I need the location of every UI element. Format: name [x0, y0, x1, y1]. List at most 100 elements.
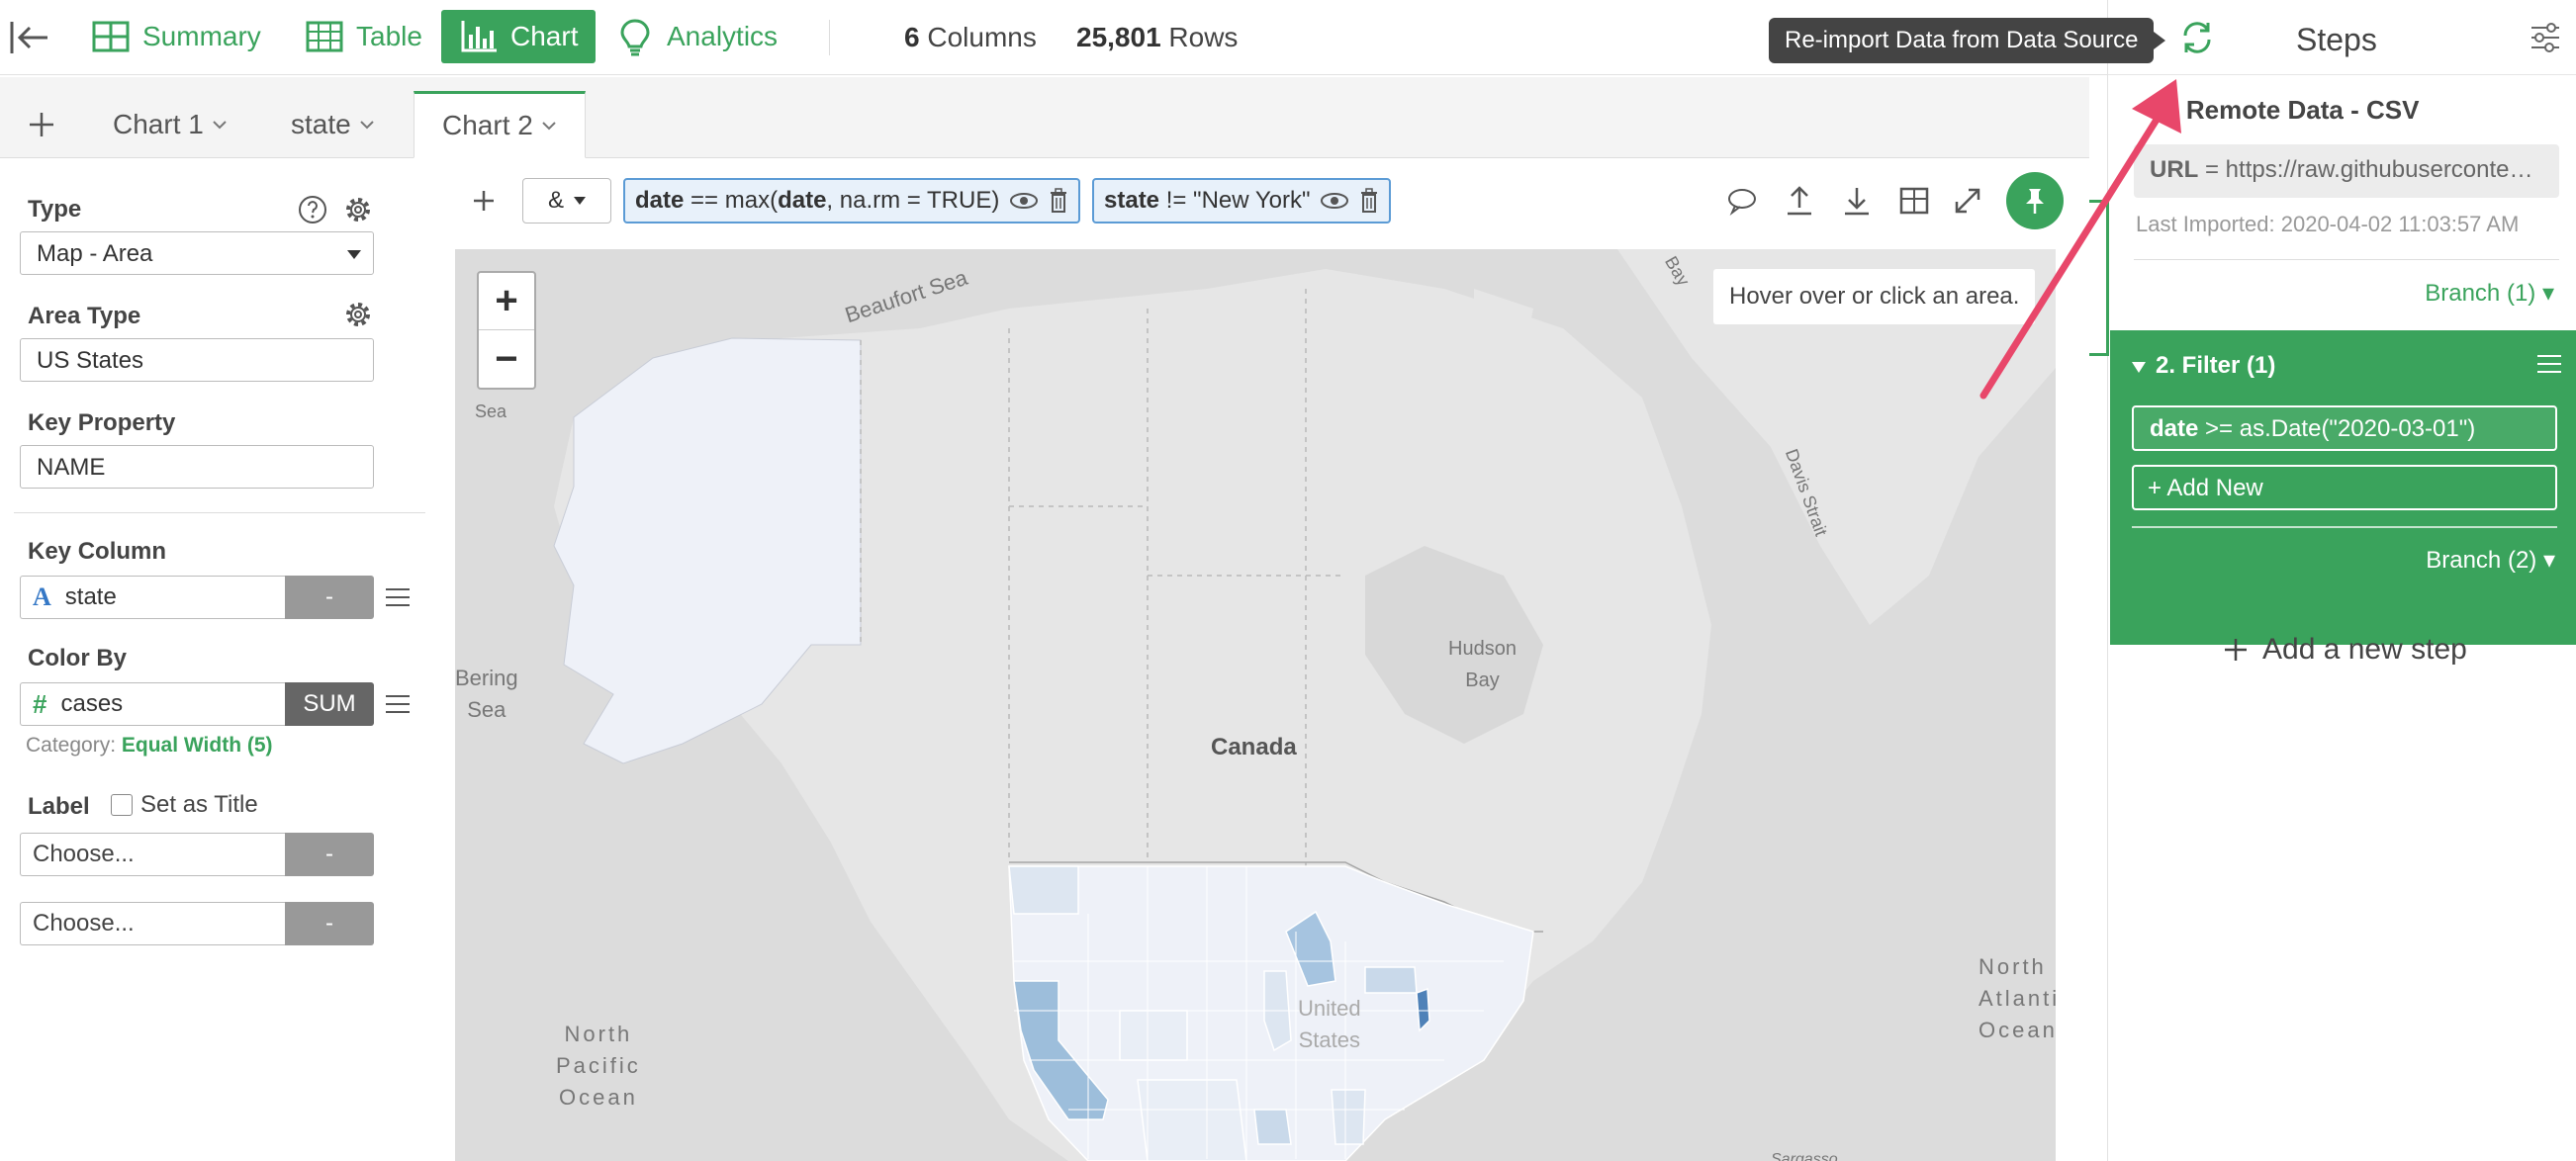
nav-analytics[interactable]: Analytics — [598, 10, 795, 63]
step-2-filter[interactable]: 2. Filter (1) date >= as.Date("2020-03-0… — [2110, 330, 2576, 645]
pennsylvania-area[interactable] — [1364, 966, 1418, 994]
category-link[interactable]: Equal Width (5) — [122, 734, 273, 757]
texas-area[interactable] — [1137, 1079, 1247, 1161]
step-1-title[interactable]: 1. Remote Data - CSV — [2158, 95, 2419, 126]
zoom-out-button[interactable]: − — [479, 330, 534, 388]
last-imported-text: Last Imported: 2020-04-02 11:03:57 AM — [2136, 212, 2520, 236]
checkbox[interactable] — [111, 794, 133, 816]
georgia-area[interactable] — [1331, 1089, 1366, 1145]
filter-condition[interactable]: date >= as.Date("2020-03-01") — [2132, 405, 2557, 451]
reimport-tooltip: Re-import Data from Data Source — [1769, 18, 2166, 63]
label-field-2[interactable]: Choose... - — [20, 902, 374, 945]
summary-grid-icon — [92, 21, 130, 52]
toolbar-divider — [829, 20, 830, 55]
add-step-button[interactable]: Add a new step — [2223, 633, 2467, 667]
upload-icon[interactable] — [1783, 184, 1816, 218]
chevron-down-icon — [542, 122, 556, 131]
divider — [2134, 259, 2559, 260]
colorado-area[interactable] — [1119, 1010, 1188, 1061]
chevron-down-icon — [359, 121, 374, 130]
menu-icon[interactable] — [2535, 352, 2563, 376]
sliders-icon[interactable] — [2528, 20, 2563, 55]
branch-1-dropdown[interactable]: Branch (1) ▾ — [2425, 279, 2554, 308]
set-as-title-checkbox[interactable]: Set as Title — [111, 791, 258, 819]
nav-summary[interactable]: Summary — [73, 10, 279, 63]
category-setting: Category: Equal Width (5) — [26, 734, 273, 757]
nav-summary-label: Summary — [142, 21, 261, 51]
label-field-1[interactable]: Choose... - — [20, 833, 374, 876]
map-canvas[interactable] — [455, 249, 2056, 1161]
text-type-icon: A — [33, 582, 51, 611]
color-by-label: Color By — [28, 645, 128, 671]
filter-chip-date[interactable]: date == max(date, na.rm = TRUE) — [623, 178, 1081, 223]
louisiana-area[interactable] — [1253, 1109, 1292, 1145]
chart-type-select[interactable]: Map - Area — [20, 231, 374, 275]
filter-chip-state[interactable]: state != "New York" — [1092, 178, 1392, 223]
refresh-icon[interactable] — [2177, 18, 2217, 57]
eye-icon[interactable] — [1009, 191, 1039, 211]
pin-button[interactable] — [2006, 172, 2064, 229]
layout-grid-icon[interactable] — [1897, 184, 1931, 218]
color-by-aggregation[interactable]: SUM — [285, 682, 374, 726]
nav-chart[interactable]: Chart — [441, 10, 597, 63]
trash-icon[interactable] — [1049, 188, 1068, 214]
nav-table-label: Table — [356, 21, 422, 51]
color-by-field[interactable]: # cases SUM — [20, 682, 374, 726]
key-property-input[interactable]: NAME — [20, 445, 374, 489]
key-column-aggregation[interactable]: - — [285, 576, 374, 619]
numeric-type-icon: # — [33, 688, 47, 719]
rows-count: 25,801 Rows — [1076, 22, 1239, 52]
branch-2-dropdown[interactable]: Branch (2) ▾ — [2426, 546, 2555, 575]
nav-analytics-label: Analytics — [667, 21, 779, 51]
trash-icon[interactable] — [1359, 188, 1379, 214]
expand-icon[interactable] — [1951, 184, 1984, 218]
tab-chart-2[interactable]: Chart 2 — [414, 91, 586, 158]
steps-title: Steps — [2296, 22, 2377, 57]
collapse-left-icon[interactable] — [8, 18, 51, 57]
area-map[interactable]: + − Hover over or click an area. Beaufor… — [455, 249, 2056, 1161]
zoom-control: + − — [477, 271, 536, 390]
gear-icon[interactable] — [342, 299, 374, 330]
label-2-aggregation[interactable]: - — [285, 902, 374, 945]
caret-down-icon — [574, 197, 586, 205]
step-1-url[interactable]: URL = https://raw.githubusercontent.com/… — [2134, 144, 2559, 198]
branch-connector — [2089, 200, 2109, 356]
eye-icon[interactable] — [1320, 191, 1349, 211]
plus-icon — [2225, 639, 2247, 661]
label-1-aggregation[interactable]: - — [285, 833, 374, 876]
map-label-bering: Bering Sea — [455, 666, 518, 722]
washington-area[interactable] — [1008, 865, 1079, 915]
map-label-hudson: Hudson Bay — [1448, 638, 1517, 691]
nav-table[interactable]: Table — [287, 10, 440, 63]
chevron-down-icon — [213, 121, 227, 130]
add-filter-icon[interactable] — [467, 184, 501, 218]
chart-tabs: Chart 1 state Chart 2 — [0, 77, 2089, 158]
table-icon — [306, 21, 343, 52]
bar-chart-icon — [461, 21, 497, 52]
map-label-united-states: United States — [1298, 996, 1361, 1052]
map-label-sargasso: Sargasso — [1771, 1151, 1838, 1161]
filter-operator-select[interactable]: & — [522, 178, 611, 223]
type-label: Type — [28, 196, 82, 223]
add-new-condition-button[interactable]: + Add New — [2132, 465, 2557, 510]
zoom-in-button[interactable]: + — [479, 273, 534, 330]
caret-down-icon — [347, 250, 361, 259]
map-label-canada: Canada — [1211, 734, 1297, 760]
steps-panel: Steps 1. Remote Data - CSV URL = https:/… — [2107, 0, 2576, 1161]
key-column-field[interactable]: Astate - — [20, 576, 374, 619]
menu-icon[interactable] — [384, 692, 412, 716]
tab-state[interactable]: state — [263, 91, 403, 158]
add-tab-icon[interactable] — [26, 109, 57, 140]
divider — [14, 512, 425, 513]
menu-icon[interactable] — [384, 585, 412, 609]
download-icon[interactable] — [1840, 184, 1874, 218]
key-property-label: Key Property — [28, 409, 176, 436]
gear-icon[interactable] — [342, 194, 374, 225]
caret-down-icon[interactable] — [2132, 362, 2146, 373]
step-2-title[interactable]: 2. Filter (1) — [2156, 352, 2275, 380]
area-type-input[interactable]: US States — [20, 338, 374, 382]
map-label-north-atlantic: North Atlantic Ocean — [1978, 954, 2056, 1042]
tab-chart-1[interactable]: Chart 1 — [85, 91, 255, 158]
comment-icon[interactable] — [1725, 184, 1759, 218]
help-icon[interactable] — [297, 194, 328, 225]
